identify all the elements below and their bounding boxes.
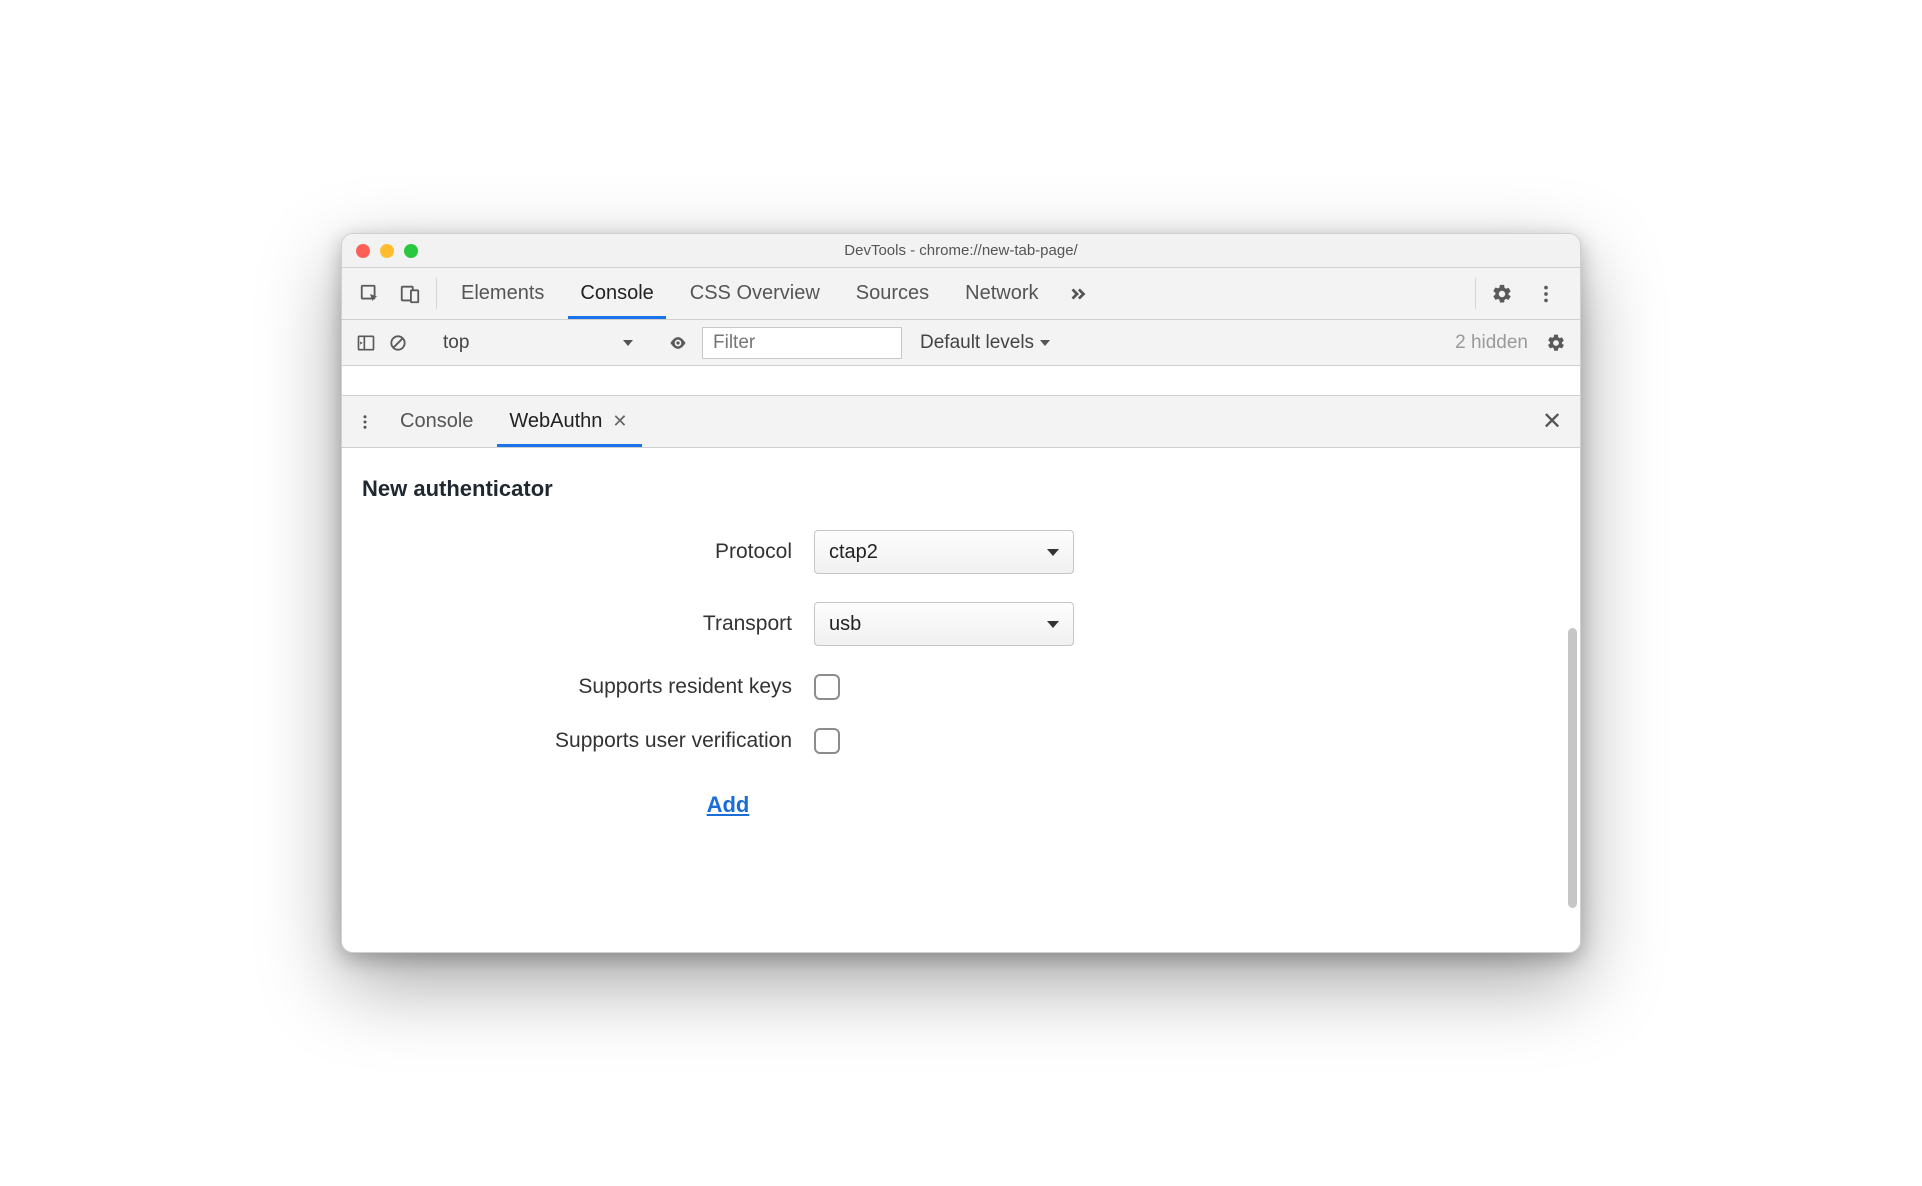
tab-label: Sources bbox=[856, 282, 929, 305]
window-controls bbox=[342, 244, 418, 258]
main-tabstrip: Elements Console CSS Overview Sources Ne… bbox=[342, 268, 1580, 320]
console-filter-input[interactable] bbox=[702, 327, 902, 359]
drawer-tab-console[interactable]: Console bbox=[382, 396, 491, 447]
kebab-menu-icon[interactable] bbox=[1526, 283, 1566, 305]
resident-keys-checkbox[interactable] bbox=[814, 674, 840, 700]
tab-network[interactable]: Network bbox=[947, 268, 1056, 319]
select-value: usb bbox=[829, 613, 861, 636]
close-tab-icon[interactable]: ✕ bbox=[610, 411, 629, 432]
tab-console[interactable]: Console bbox=[562, 268, 671, 319]
scrollbar[interactable] bbox=[1568, 628, 1577, 908]
close-window-button[interactable] bbox=[356, 244, 370, 258]
resident-keys-label: Supports resident keys bbox=[362, 675, 792, 699]
tab-label: Elements bbox=[461, 282, 544, 305]
console-toolbar: top Default levels 2 hidden bbox=[342, 320, 1580, 366]
chevron-down-icon bbox=[1047, 621, 1059, 628]
tab-css-overview[interactable]: CSS Overview bbox=[672, 268, 838, 319]
log-levels-select[interactable]: Default levels bbox=[910, 332, 1060, 354]
chevron-down-icon bbox=[623, 340, 633, 346]
tab-label: Console bbox=[580, 282, 653, 305]
transport-select[interactable]: usb bbox=[814, 602, 1074, 646]
console-settings-icon[interactable] bbox=[1540, 320, 1572, 365]
device-toggle-icon[interactable] bbox=[390, 268, 430, 319]
user-verification-label: Supports user verification bbox=[362, 729, 792, 753]
add-authenticator-button[interactable]: Add bbox=[707, 792, 750, 817]
chevron-down-icon bbox=[1047, 549, 1059, 556]
console-output-area[interactable] bbox=[342, 366, 1580, 396]
live-expression-icon[interactable] bbox=[662, 320, 694, 365]
tab-label: Network bbox=[965, 282, 1038, 305]
divider bbox=[1475, 278, 1476, 309]
tab-label: Console bbox=[400, 410, 473, 433]
window-title: DevTools - chrome://new-tab-page/ bbox=[342, 242, 1580, 259]
section-heading: New authenticator bbox=[362, 476, 1560, 502]
tab-elements[interactable]: Elements bbox=[443, 268, 562, 319]
transport-label: Transport bbox=[362, 612, 792, 636]
devtools-window: DevTools - chrome://new-tab-page/ Elemen… bbox=[341, 233, 1581, 953]
levels-label: Default levels bbox=[920, 332, 1034, 354]
select-value: ctap2 bbox=[829, 541, 878, 564]
settings-icon[interactable] bbox=[1482, 283, 1522, 305]
console-sidebar-toggle-icon[interactable] bbox=[350, 320, 382, 365]
inspect-element-icon[interactable] bbox=[350, 268, 390, 319]
minimize-window-button[interactable] bbox=[380, 244, 394, 258]
authenticator-form: Protocol ctap2 Transport usb Supports re… bbox=[362, 530, 1560, 818]
context-label: top bbox=[443, 332, 469, 354]
drawer-tab-webauthn[interactable]: WebAuthn ✕ bbox=[491, 396, 647, 447]
execution-context-select[interactable]: top bbox=[433, 328, 643, 358]
protocol-select[interactable]: ctap2 bbox=[814, 530, 1074, 574]
drawer-more-icon[interactable] bbox=[348, 396, 382, 447]
titlebar: DevTools - chrome://new-tab-page/ bbox=[342, 234, 1580, 268]
clear-console-icon[interactable] bbox=[382, 320, 414, 365]
user-verification-checkbox[interactable] bbox=[814, 728, 840, 754]
divider bbox=[436, 278, 437, 309]
tab-label: CSS Overview bbox=[690, 282, 820, 305]
zoom-window-button[interactable] bbox=[404, 244, 418, 258]
webauthn-pane: New authenticator Protocol ctap2 Transpo… bbox=[342, 448, 1580, 952]
tab-label: WebAuthn bbox=[509, 410, 602, 433]
hidden-messages-count[interactable]: 2 hidden bbox=[1443, 332, 1540, 354]
close-drawer-icon[interactable]: ✕ bbox=[1530, 396, 1574, 447]
drawer-tabstrip: Console WebAuthn ✕ ✕ bbox=[342, 396, 1580, 448]
chevron-down-icon bbox=[1040, 340, 1050, 346]
more-tabs-button[interactable] bbox=[1057, 268, 1099, 319]
protocol-label: Protocol bbox=[362, 540, 792, 564]
tab-sources[interactable]: Sources bbox=[838, 268, 947, 319]
